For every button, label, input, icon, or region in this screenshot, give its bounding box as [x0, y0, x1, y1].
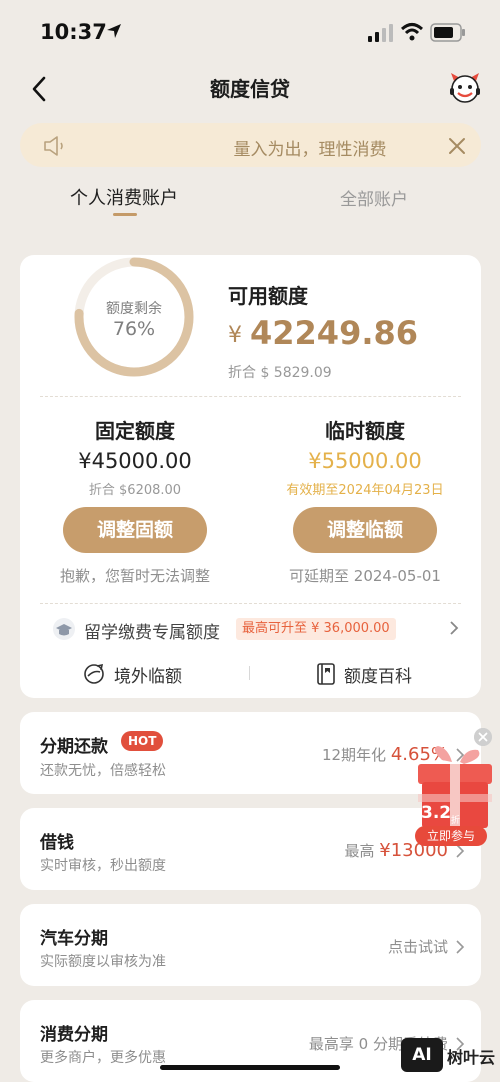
close-icon[interactable]	[444, 133, 470, 159]
study-abroad-label: 留学缴费专属额度	[84, 623, 220, 643]
location-arrow-icon	[107, 24, 121, 38]
tab-active-indicator	[113, 213, 137, 216]
list-item-subtitle: 实时审核，秒出额度	[40, 858, 166, 874]
notice-text: 量入为出，理性消费	[233, 140, 387, 160]
signal-icon	[368, 24, 393, 42]
list-item-subtitle: 更多商户，更多优惠	[40, 1050, 166, 1066]
list-item-value-prefix: 12期年化	[321, 746, 387, 764]
chevron-right-icon	[456, 940, 465, 954]
fixed-credit-equivalent: 折合 $6208.00	[88, 483, 182, 498]
promo-close-icon[interactable]	[474, 728, 492, 746]
temp-credit-amount: ¥55000.00	[308, 449, 422, 473]
fixed-credit-title: 固定额度	[95, 419, 175, 443]
watermark-badge: AI	[401, 1038, 443, 1072]
available-credit-equivalent: 折合 $ 5829.09	[228, 365, 332, 381]
fixed-credit-amount: ¥45000.00	[78, 449, 192, 473]
watermark-text: 树叶云	[447, 1048, 496, 1067]
list-item-title: 借钱	[40, 833, 74, 853]
list-item-subtitle: 实际额度以审核为准	[40, 954, 166, 970]
ring-label: 额度剩余	[106, 301, 162, 317]
wifi-icon	[400, 23, 424, 41]
list-item-value: 点击试试	[300, 936, 448, 957]
list-item-title: 消费分期	[40, 1025, 108, 1045]
battery-icon	[430, 23, 465, 42]
chevron-right-icon	[450, 621, 459, 635]
divider	[40, 603, 461, 604]
temp-credit-note: 可延期至 2024-05-01	[289, 567, 441, 585]
promo-join-button[interactable]: 立即参与	[415, 826, 487, 846]
divider	[40, 396, 461, 397]
divider	[249, 666, 250, 680]
status-time: 10:37	[40, 20, 107, 44]
overseas-temp-credit-label: 境外临额	[114, 667, 182, 687]
tab-all-accounts[interactable]: 全部账户	[340, 185, 408, 210]
available-currency: ¥	[228, 323, 242, 348]
hot-badge: HOT	[121, 731, 164, 751]
temp-credit-title: 临时额度	[325, 419, 405, 443]
study-abroad-tag: 最高可升至 ¥ 36,000.00	[236, 618, 396, 640]
list-item-value-prefix: 点击试试	[387, 938, 448, 956]
available-credit-title: 可用额度	[228, 284, 308, 308]
temp-credit-validity: 有效期至2024年04月23日	[286, 483, 444, 498]
list-item-subtitle: 还款无忧，倍感轻松	[40, 763, 166, 779]
promo-discount-unit: 折	[451, 816, 461, 826]
credit-wiki-label: 额度百科	[344, 667, 412, 687]
overseas-globe-icon	[84, 663, 104, 684]
list-item-value-prefix: 最高	[344, 842, 375, 860]
fixed-credit-note: 抱歉，您暂时无法调整	[59, 567, 210, 585]
adjust-temp-button[interactable]: 调整临额	[293, 507, 437, 553]
available-credit-amount: 42249.86	[250, 314, 419, 352]
page-title: 额度信贷	[210, 77, 290, 101]
list-item-title: 分期还款	[40, 737, 108, 757]
book-icon	[317, 663, 335, 685]
graduation-cap-icon	[53, 618, 75, 640]
promo-discount-number: 3.2	[421, 803, 452, 823]
customer-service-mascot-icon[interactable]	[448, 71, 482, 105]
home-indicator	[160, 1065, 340, 1070]
adjust-fixed-button[interactable]: 调整固额	[63, 507, 207, 553]
ring-value: 76%	[112, 318, 156, 340]
tab-personal-account[interactable]: 个人消费账户	[70, 184, 178, 210]
list-item-title: 汽车分期	[40, 929, 108, 949]
